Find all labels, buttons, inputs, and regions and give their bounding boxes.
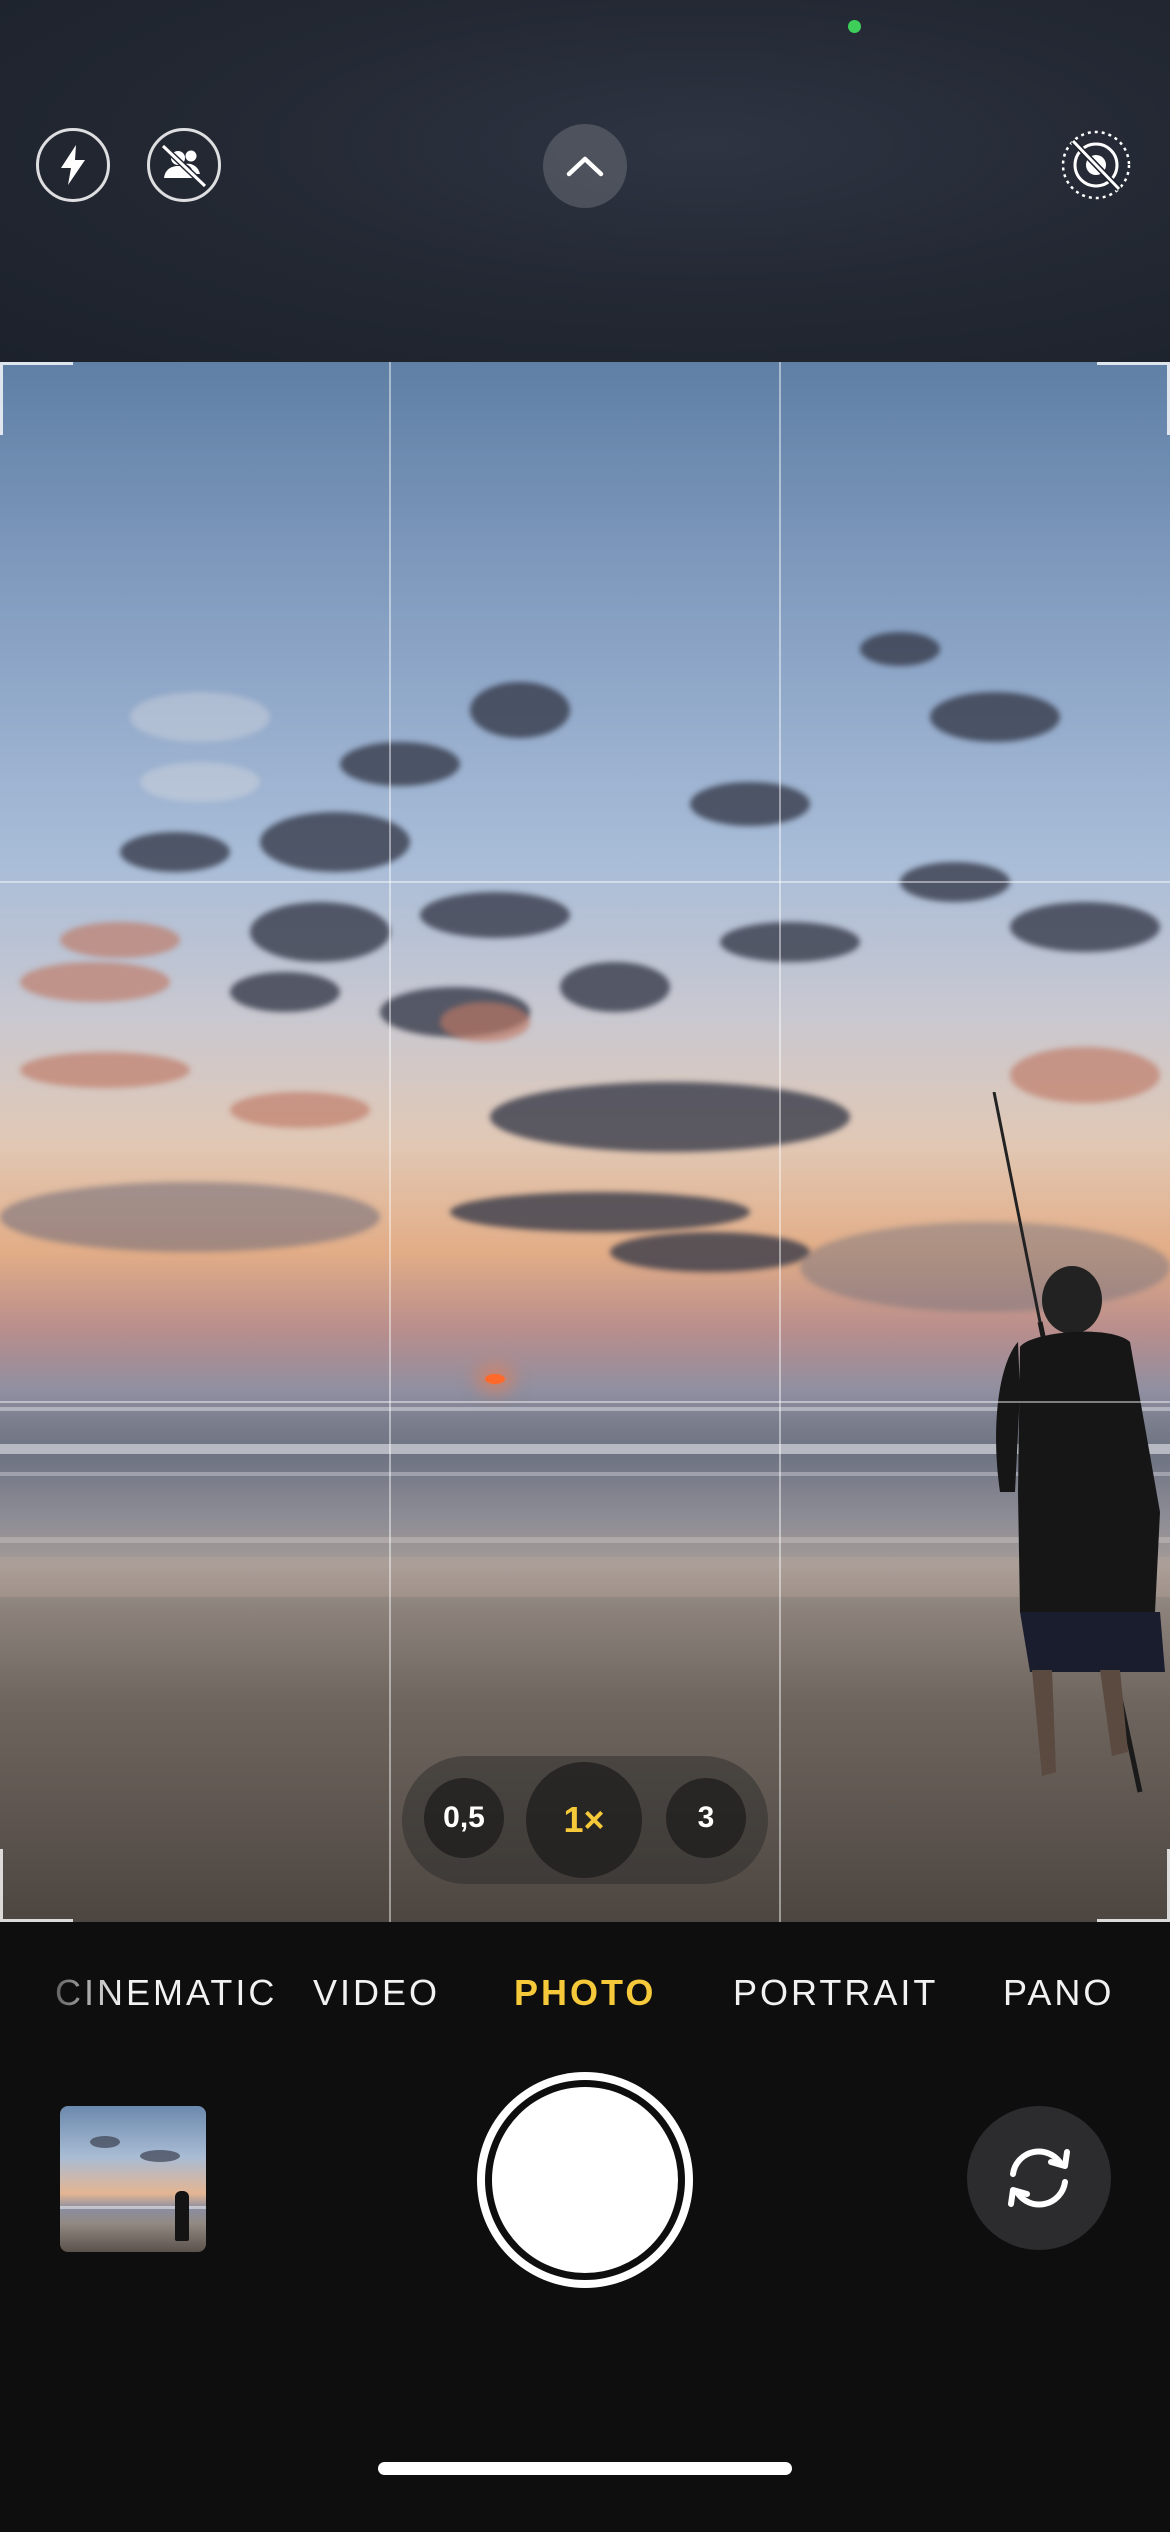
- thumbnail-cloud: [90, 2136, 120, 2148]
- fisherman-silhouette: [992, 1092, 1165, 1793]
- scene-cloud: [440, 1002, 530, 1042]
- shutter-inner: [492, 2087, 678, 2273]
- zoom-3x-button[interactable]: 3: [666, 1778, 746, 1858]
- zoom-0-5-button[interactable]: 0,5: [424, 1778, 504, 1858]
- grid-line: [0, 1401, 1170, 1403]
- scene-cloud: [450, 1192, 750, 1232]
- chevron-up-icon: [566, 156, 604, 177]
- controls-chevron-button[interactable]: [543, 124, 627, 208]
- scene-cloud: [230, 1092, 370, 1128]
- flash-icon: [61, 145, 85, 185]
- people-off-button[interactable]: [147, 128, 221, 202]
- scene-cloud: [930, 692, 1060, 742]
- bottom-controls-bar: CINEMATIC VIDEO PHOTO PORTRAIT PANO: [0, 1922, 1170, 2532]
- grid-line: [0, 881, 1170, 883]
- mode-photo[interactable]: PHOTO: [514, 1972, 656, 2014]
- scene-cloud: [250, 902, 390, 962]
- scene-cloud: [230, 972, 340, 1012]
- home-indicator[interactable]: [378, 2462, 792, 2475]
- scene-cloud: [0, 1182, 380, 1252]
- live-photo-off-icon: [1061, 130, 1131, 200]
- scene-cloud: [490, 1082, 850, 1152]
- scene-cloud: [560, 962, 670, 1012]
- zoom-selector: 0,5 1× 3: [402, 1756, 768, 1884]
- scene-cloud: [1010, 902, 1160, 952]
- scene-cloud: [340, 742, 460, 786]
- scene-cloud: [20, 1052, 190, 1088]
- frame-corner: [0, 362, 73, 435]
- mode-cinematic[interactable]: CINEMATIC: [55, 1972, 277, 2014]
- scene-cloud: [690, 782, 810, 826]
- camera-viewfinder[interactable]: [0, 362, 1170, 1922]
- grid-line: [389, 362, 391, 1922]
- thumbnail-figure: [175, 2191, 189, 2241]
- scene-cloud: [720, 922, 860, 962]
- scene-cloud: [470, 682, 570, 738]
- last-photo-thumbnail[interactable]: [60, 2106, 206, 2252]
- frame-corner: [1097, 362, 1170, 435]
- mode-pano[interactable]: PANO: [1003, 1972, 1114, 2014]
- camera-in-use-indicator: [848, 20, 861, 33]
- scene-cloud: [860, 632, 940, 666]
- flash-button[interactable]: [36, 128, 110, 202]
- scene-cloud: [420, 892, 570, 938]
- setting-sun: [485, 1374, 505, 1384]
- person-off-icon: [160, 143, 208, 189]
- scene-cloud: [140, 762, 260, 802]
- scene-cloud: [60, 922, 180, 958]
- shutter-button[interactable]: [477, 2072, 693, 2288]
- mode-video[interactable]: VIDEO: [313, 1972, 440, 2014]
- thumbnail-cloud: [140, 2150, 180, 2162]
- mode-portrait[interactable]: PORTRAIT: [733, 1972, 938, 2014]
- flip-camera-button[interactable]: [967, 2106, 1111, 2250]
- grid-line: [779, 362, 781, 1922]
- frame-corner: [1097, 1849, 1170, 1922]
- scene-cloud: [20, 962, 170, 1002]
- scene-cloud: [260, 812, 410, 872]
- top-controls-bar: [0, 0, 1170, 362]
- scene-cloud: [120, 832, 230, 872]
- frame-corner: [0, 1849, 73, 1922]
- camera-flip-icon: [1008, 2148, 1070, 2208]
- scene-cloud: [130, 692, 270, 742]
- live-photo-button[interactable]: [1059, 128, 1133, 202]
- zoom-1x-button[interactable]: 1×: [526, 1762, 642, 1878]
